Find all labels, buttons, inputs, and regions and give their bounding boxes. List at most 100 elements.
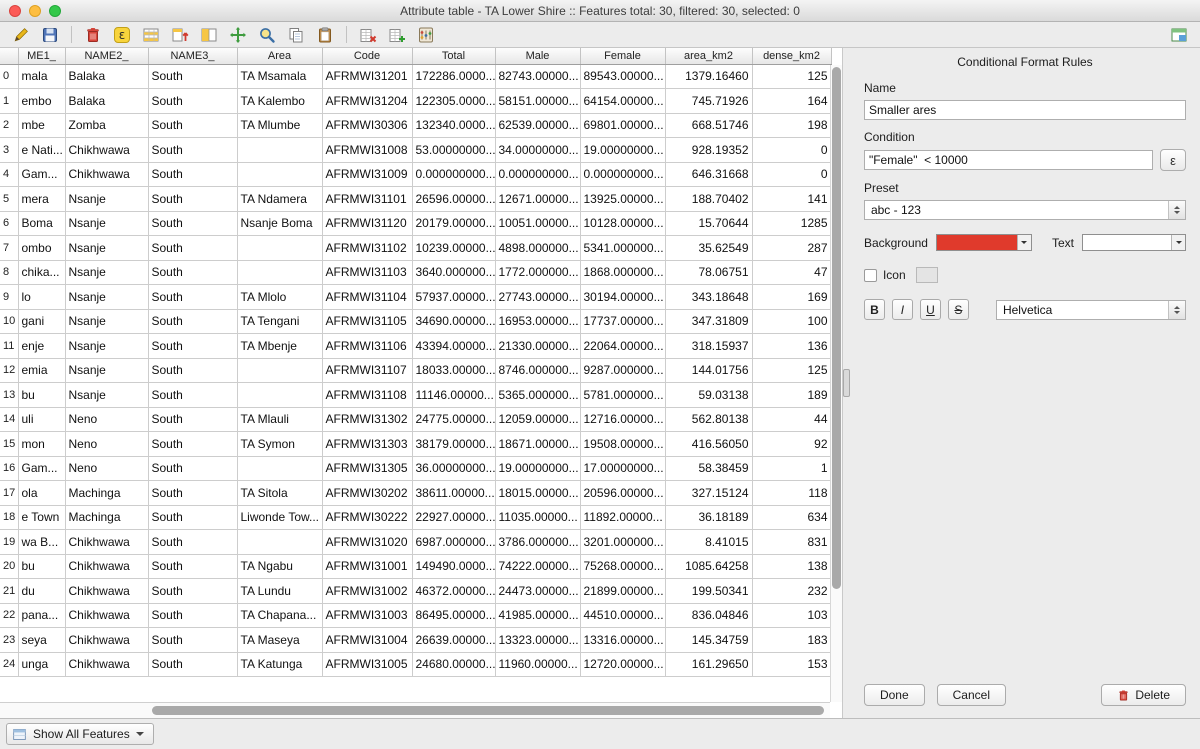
rule-name-input[interactable] bbox=[864, 100, 1186, 120]
italic-button[interactable]: I bbox=[892, 299, 913, 320]
pan-to-selection-button[interactable] bbox=[225, 24, 251, 46]
cell-total[interactable]: 86495.00000... bbox=[412, 603, 495, 628]
cell-female[interactable]: 21899.00000... bbox=[580, 579, 665, 604]
row-number[interactable]: 1 bbox=[0, 89, 18, 114]
cell-area[interactable]: TA Ngabu bbox=[237, 383, 322, 408]
cell-dense-km2[interactable]: 0 bbox=[752, 138, 831, 163]
cell-area[interactable]: TA Sitola bbox=[237, 481, 322, 506]
select-all-button[interactable] bbox=[138, 24, 164, 46]
cell-area-km2[interactable]: 8.41015 bbox=[665, 530, 752, 555]
cell-name2-[interactable]: Chikhwawa bbox=[65, 628, 148, 653]
column-header-name3-[interactable]: NAME3_ bbox=[148, 48, 237, 64]
cell-dense-km2[interactable]: 103 bbox=[752, 603, 831, 628]
cell-code[interactable]: AFRMWI31102 bbox=[322, 236, 412, 261]
cell-male[interactable]: 1772.000000... bbox=[495, 260, 580, 285]
cell-name3-[interactable]: South bbox=[148, 358, 237, 383]
cell-area[interactable]: TA Mbenje bbox=[237, 334, 322, 359]
cell-name2-[interactable]: Neno bbox=[65, 432, 148, 457]
cell-name2-[interactable]: Machinga bbox=[65, 481, 148, 506]
cell-code[interactable]: AFRMWI31106 bbox=[322, 334, 412, 359]
cell-male[interactable]: 0.000000000... bbox=[495, 162, 580, 187]
cell-dense-km2[interactable]: 47 bbox=[752, 260, 831, 285]
column-header-male[interactable]: Male bbox=[495, 48, 580, 64]
cell-me1-[interactable]: e Nati... bbox=[18, 138, 65, 163]
cell-dense-km2[interactable]: 1285 bbox=[752, 211, 831, 236]
cell-male[interactable]: 11035.00000... bbox=[495, 505, 580, 530]
row-number[interactable]: 15 bbox=[0, 432, 18, 457]
cell-total[interactable]: 43394.00000... bbox=[412, 334, 495, 359]
cell-area[interactable]: TA Ndamera bbox=[237, 187, 322, 212]
row-number[interactable]: 8 bbox=[0, 260, 18, 285]
cell-name2-[interactable]: Chikhwawa bbox=[65, 554, 148, 579]
cell-female[interactable]: 3201.000000... bbox=[580, 530, 665, 555]
cell-name3-[interactable]: South bbox=[148, 481, 237, 506]
row-number-header[interactable] bbox=[0, 48, 18, 64]
cell-name3-[interactable]: South bbox=[148, 407, 237, 432]
row-number[interactable]: 3 bbox=[0, 138, 18, 163]
cell-name2-[interactable]: Nsanje bbox=[65, 358, 148, 383]
cell-me1-[interactable]: enje bbox=[18, 334, 65, 359]
cell-name2-[interactable]: Nsanje bbox=[65, 187, 148, 212]
cell-total[interactable]: 34690.00000... bbox=[412, 309, 495, 334]
save-edits-button[interactable] bbox=[37, 24, 63, 46]
cell-male[interactable]: 18015.00000... bbox=[495, 481, 580, 506]
cell-name2-[interactable]: Machinga bbox=[65, 505, 148, 530]
strikethrough-button[interactable]: S bbox=[948, 299, 969, 320]
cell-me1-[interactable]: Gam... bbox=[18, 162, 65, 187]
cell-name3-[interactable]: South bbox=[148, 236, 237, 261]
row-number[interactable]: 14 bbox=[0, 407, 18, 432]
cell-name3-[interactable]: South bbox=[148, 64, 237, 89]
cell-name2-[interactable]: Nsanje bbox=[65, 334, 148, 359]
cell-area-km2[interactable]: 78.06751 bbox=[665, 260, 752, 285]
cell-area[interactable]: TA Nyachik... bbox=[237, 260, 322, 285]
icon-picker-button[interactable] bbox=[916, 267, 938, 283]
cell-female[interactable]: 13316.00000... bbox=[580, 628, 665, 653]
cell-name2-[interactable]: Neno bbox=[65, 407, 148, 432]
cell-total[interactable]: 26596.00000... bbox=[412, 187, 495, 212]
cell-male[interactable]: 3786.000000... bbox=[495, 530, 580, 555]
row-number[interactable]: 2 bbox=[0, 113, 18, 138]
cell-female[interactable]: 30194.00000... bbox=[580, 285, 665, 310]
cell-code[interactable]: AFRMWI31008 bbox=[322, 138, 412, 163]
cell-dense-km2[interactable]: 183 bbox=[752, 628, 831, 653]
cell-code[interactable]: AFRMWI31104 bbox=[322, 285, 412, 310]
cell-dense-km2[interactable]: 44 bbox=[752, 407, 831, 432]
cell-dense-km2[interactable]: 125 bbox=[752, 358, 831, 383]
cell-area-km2[interactable]: 15.70644 bbox=[665, 211, 752, 236]
cell-area-km2[interactable]: 836.04846 bbox=[665, 603, 752, 628]
row-number[interactable]: 5 bbox=[0, 187, 18, 212]
cell-name2-[interactable]: Nsanje bbox=[65, 236, 148, 261]
cell-male[interactable]: 12059.00000... bbox=[495, 407, 580, 432]
cell-female[interactable]: 10128.00000... bbox=[580, 211, 665, 236]
cell-name2-[interactable]: Nsanje bbox=[65, 309, 148, 334]
cell-me1-[interactable]: chika... bbox=[18, 260, 65, 285]
cell-female[interactable]: 9287.000000... bbox=[580, 358, 665, 383]
cell-total[interactable]: 11146.00000... bbox=[412, 383, 495, 408]
cell-code[interactable]: AFRMWI31020 bbox=[322, 530, 412, 555]
cell-dense-km2[interactable]: 153 bbox=[752, 652, 831, 677]
cell-total[interactable]: 18033.00000... bbox=[412, 358, 495, 383]
cell-name3-[interactable]: South bbox=[148, 554, 237, 579]
cell-area-km2[interactable]: 1379.16460 bbox=[665, 64, 752, 89]
column-header-name2-[interactable]: NAME2_ bbox=[65, 48, 148, 64]
cell-me1-[interactable]: uli bbox=[18, 407, 65, 432]
maximize-button[interactable] bbox=[49, 5, 61, 17]
cell-female[interactable]: 69801.00000... bbox=[580, 113, 665, 138]
cell-total[interactable]: 36.00000000... bbox=[412, 456, 495, 481]
cell-total[interactable]: 46372.00000... bbox=[412, 579, 495, 604]
cell-dense-km2[interactable]: 198 bbox=[752, 113, 831, 138]
cell-male[interactable]: 58151.00000... bbox=[495, 89, 580, 114]
cell-dense-km2[interactable]: 634 bbox=[752, 505, 831, 530]
row-number[interactable]: 0 bbox=[0, 64, 18, 89]
row-number[interactable]: 10 bbox=[0, 309, 18, 334]
cell-area[interactable]: Chikwawa B... bbox=[237, 530, 322, 555]
zoom-to-selection-button[interactable] bbox=[254, 24, 280, 46]
column-header-area-km2[interactable]: area_km2 bbox=[665, 48, 752, 64]
bold-button[interactable]: B bbox=[864, 299, 885, 320]
copy-selection-button[interactable] bbox=[283, 24, 309, 46]
cell-area-km2[interactable]: 199.50341 bbox=[665, 579, 752, 604]
cell-code[interactable]: AFRMWI31303 bbox=[322, 432, 412, 457]
cell-code[interactable]: AFRMWI31004 bbox=[322, 628, 412, 653]
feature-filter-combo[interactable]: Show All Features bbox=[6, 723, 154, 745]
cell-me1-[interactable]: bu bbox=[18, 554, 65, 579]
